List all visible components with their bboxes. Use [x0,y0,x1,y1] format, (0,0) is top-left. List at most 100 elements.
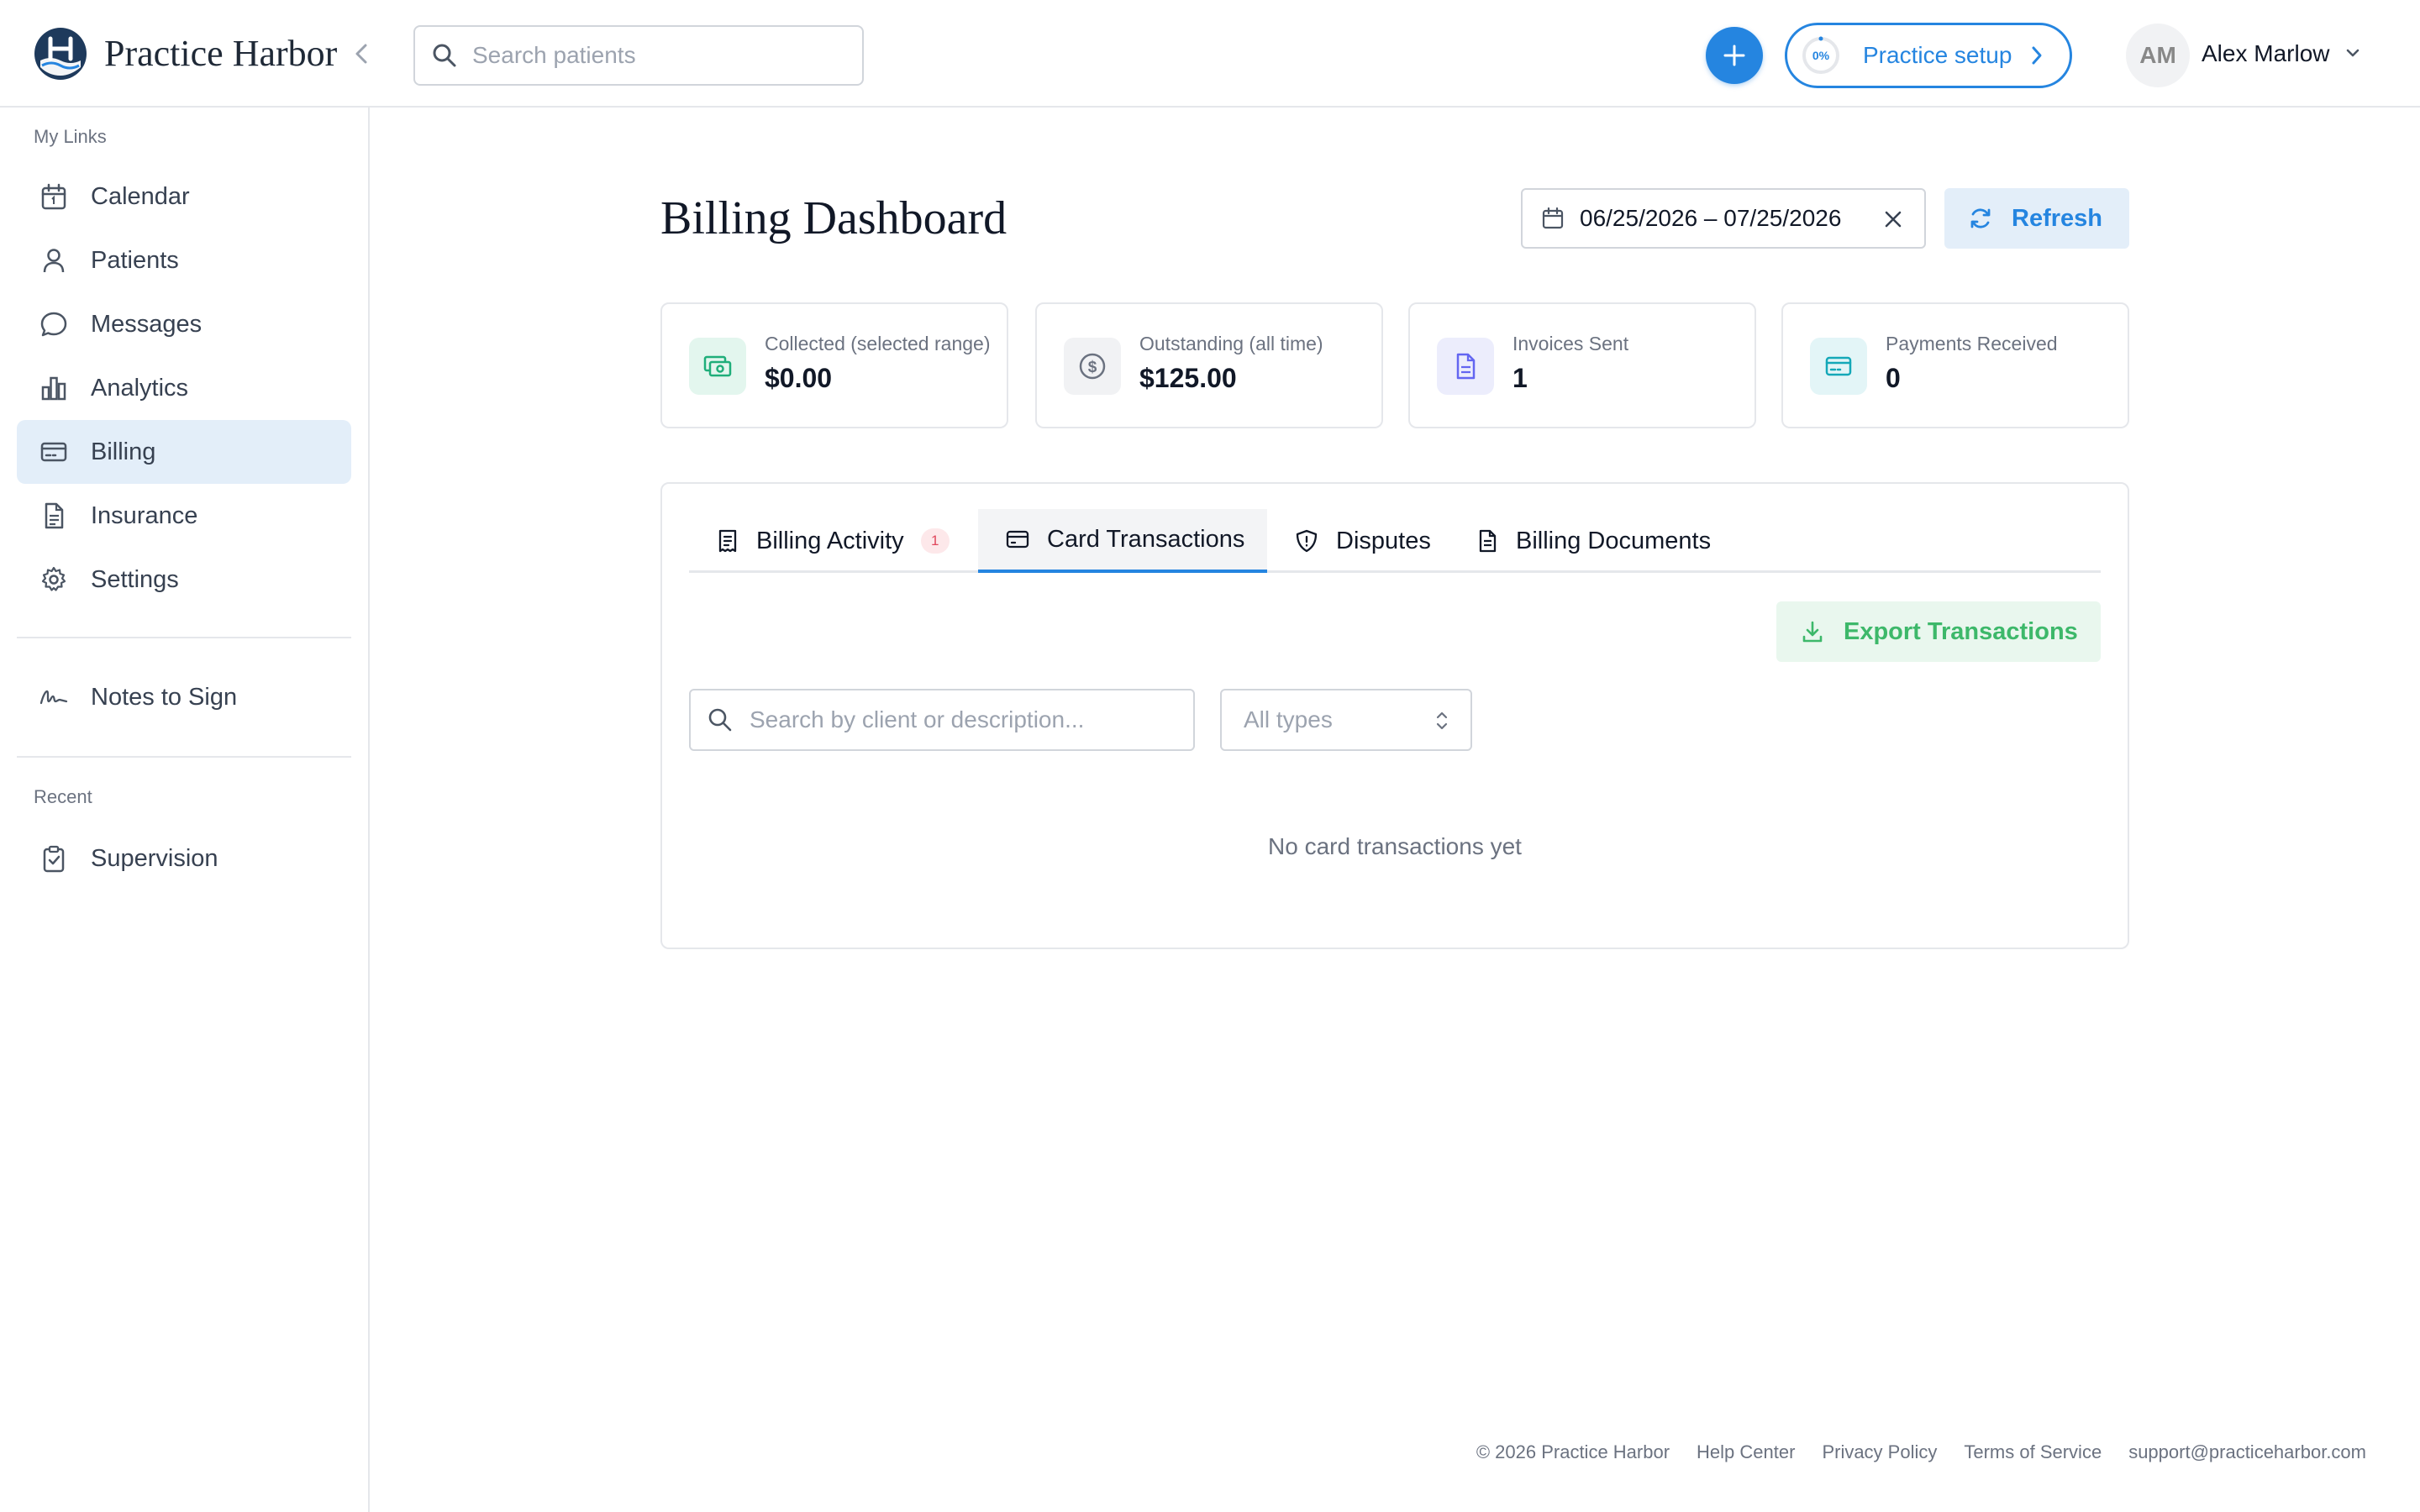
stat-value: $125.00 [1139,363,1237,393]
person-icon [43,249,65,273]
sidebar-divider [17,637,351,638]
sidebar-item-analytics[interactable]: Analytics [17,356,351,420]
date-range-picker[interactable]: 06/25/2026 – 07/25/2026 [1521,188,1926,249]
stat-label: Invoices Sent [1512,333,1629,354]
stat-value: 1 [1512,363,1528,393]
receipt-icon [718,529,737,553]
sidebar-item-supervision[interactable]: Supervision [17,827,351,890]
chat-bubble-icon [40,312,67,337]
plus-icon [1723,45,1745,66]
refresh-icon [1970,208,1991,228]
sidebar-item-label: Settings [91,565,179,593]
sidebar-item-messages[interactable]: Messages [17,292,351,356]
stat-card-invoices-sent: Invoices Sent 1 [1408,302,1756,428]
practice-harbor-logo[interactable] [34,27,87,81]
tab-label: Disputes [1336,527,1431,554]
brand-name: Practice Harbor [104,33,338,74]
sidebar: My Links Calendar Patients Messages Anal… [0,108,370,1512]
sidebar-divider [17,756,351,758]
sidebar-item-calendar[interactable]: Calendar [17,165,351,228]
calendar-icon [41,183,66,210]
sidebar-item-label: Patients [91,246,179,274]
footer: © 2026 Practice Harbor Help Center Priva… [1476,1441,2366,1463]
download-icon [1802,621,1823,643]
practice-setup-button[interactable]: 0% Practice setup [1785,23,2072,88]
bar-chart-icon [41,376,66,401]
patient-search[interactable] [413,25,864,86]
sidebar-item-insurance[interactable]: Insurance [17,484,351,548]
footer-link-privacy-policy[interactable]: Privacy Policy [1822,1441,1937,1463]
activity-count-badge: 1 [920,528,950,554]
billing-tabs: Billing Activity 1 Card Transactions Dis… [689,509,2101,573]
search-icon [708,708,732,732]
stat-card-collected: Collected (selected range) $0.00 [660,302,1008,428]
stat-card-outstanding: $ Outstanding (all time) $125.00 [1035,302,1383,428]
tab-label: Card Transactions [1047,525,1245,553]
top-bar: Practice Harbor 0% Practice setup AM Ale… [0,0,2420,108]
billing-panel: Billing Activity 1 Card Transactions Dis… [660,482,2129,949]
tab-label: Billing Activity [756,527,904,554]
document-icon [1479,529,1497,553]
patient-search-input[interactable] [472,42,842,69]
invoice-icon [1437,338,1494,395]
card-icon [1810,338,1867,395]
empty-state-message: No card transactions yet [1268,833,1522,859]
sidebar-item-label: Billing [91,438,156,465]
avatar[interactable]: AM [2126,24,2190,87]
my-links-label: My Links [34,126,107,147]
copyright-text: © 2026 Practice Harbor [1476,1441,1670,1462]
tab-card-transactions[interactable]: Card Transactions [978,509,1267,573]
collapse-sidebar-button[interactable] [348,37,375,71]
type-filter-select[interactable]: All types [1220,689,1472,751]
credit-card-icon [40,442,67,462]
type-filter-value: All types [1244,706,1333,732]
export-transactions-button[interactable]: Export Transactions [1776,601,2101,662]
chevron-right-icon [2032,46,2042,65]
add-button[interactable] [1706,27,1763,84]
tab-label: Billing Documents [1516,527,1712,554]
sidebar-item-label: Notes to Sign [91,683,238,711]
sidebar-item-label: Supervision [91,844,218,872]
refresh-label: Refresh [2012,204,2102,232]
sidebar-item-label: Insurance [91,501,198,529]
tab-billing-activity[interactable]: Billing Activity 1 [689,509,978,573]
cash-icon [689,338,746,395]
stat-value: 0 [1886,363,1901,393]
sidebar-item-label: Analytics [91,374,189,402]
refresh-button[interactable]: Refresh [1944,188,2129,249]
calendar-icon [1542,207,1564,229]
recent-label: Recent [34,786,92,807]
tab-disputes[interactable]: Disputes [1267,509,1449,573]
clipboard-check-icon [43,845,65,873]
search-icon [433,44,456,67]
stat-label: Payments Received [1886,333,2058,354]
transaction-search-input[interactable] [750,706,1186,733]
chevron-up-down-icon [1436,711,1448,730]
date-range-value: 06/25/2026 – 07/25/2026 [1580,205,1842,231]
user-name[interactable]: Alex Marlow [2202,40,2329,67]
stat-value: $0.00 [765,363,833,393]
footer-link-support-email[interactable]: support@practiceharbor.com [2128,1441,2366,1463]
signature-icon [39,690,68,705]
sidebar-item-label: Messages [91,310,203,338]
chevron-left-icon [355,44,367,64]
sidebar-item-settings[interactable]: Settings [17,548,351,612]
tab-billing-documents[interactable]: Billing Documents [1449,509,1718,573]
dollar-circle-icon: $ [1064,338,1121,395]
footer-link-terms-of-service[interactable]: Terms of Service [1964,1441,2102,1463]
close-icon[interactable] [1882,208,1904,230]
practice-setup-label: Practice setup [1863,42,2012,68]
sidebar-item-patients[interactable]: Patients [17,228,351,292]
sidebar-item-label: Calendar [91,182,190,210]
sidebar-item-notes-to-sign[interactable]: Notes to Sign [17,665,351,729]
setup-progress-value: 0% [1812,49,1830,62]
sidebar-item-billing[interactable]: Billing [17,420,351,484]
chevron-down-icon[interactable] [2344,47,2361,60]
transaction-search[interactable] [689,689,1195,751]
page-title: Billing Dashboard [660,192,1007,244]
setup-progress-ring: 0% [1801,35,1841,76]
stat-label: Outstanding (all time) [1139,333,1323,354]
shield-icon [1296,529,1318,553]
footer-link-help-center[interactable]: Help Center [1697,1441,1795,1463]
export-label: Export Transactions [1844,617,2078,645]
